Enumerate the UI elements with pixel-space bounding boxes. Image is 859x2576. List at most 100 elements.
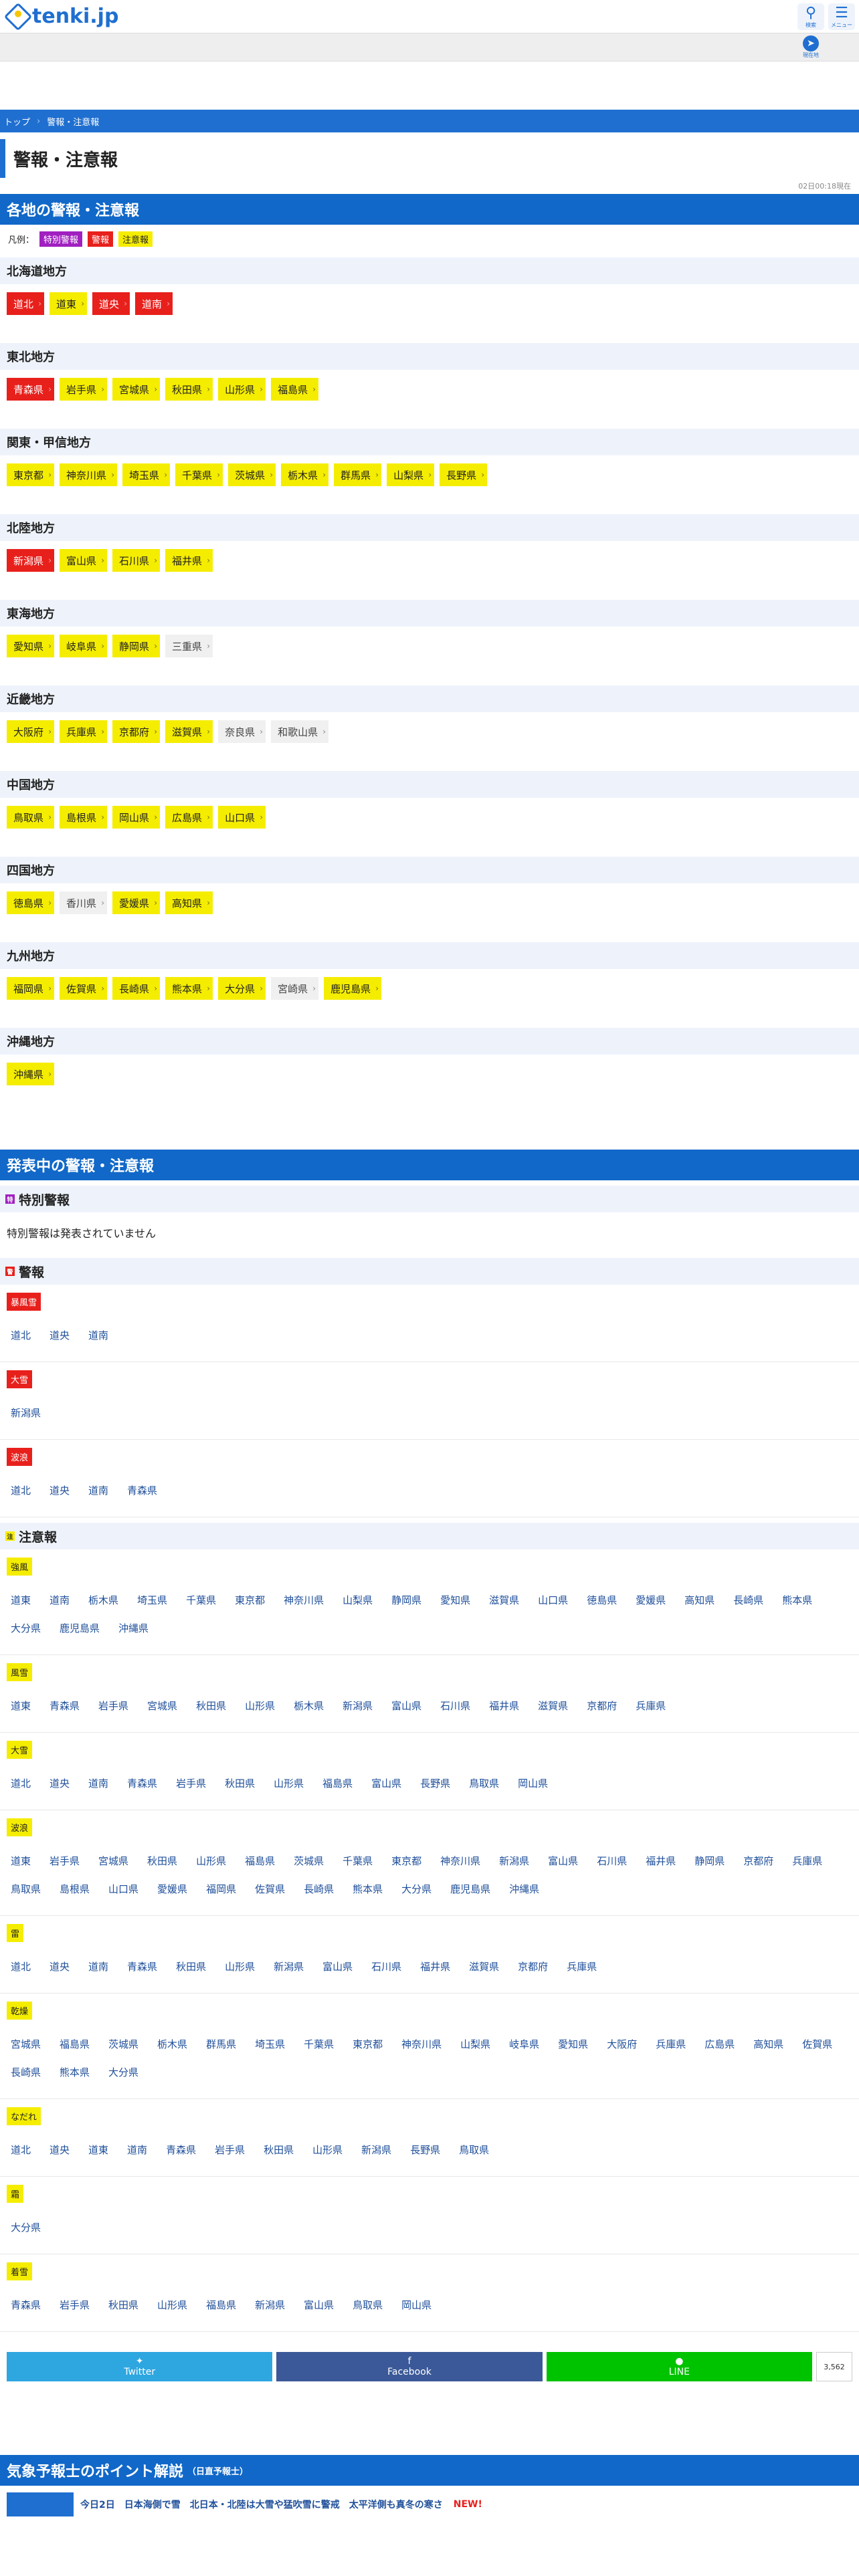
area-link[interactable]: 道央 <box>50 1478 70 1503</box>
area-link[interactable]: 山形県 <box>245 1693 275 1719</box>
area-link[interactable]: 山梨県 <box>460 2032 490 2057</box>
area-link[interactable]: 山形県 <box>274 1771 304 1796</box>
area-link[interactable]: 道南 <box>127 2137 147 2163</box>
area-link[interactable]: 新潟県 <box>274 1954 304 1979</box>
area-chip[interactable]: 栃木県 <box>281 463 329 486</box>
area-link[interactable]: 佐賀県 <box>255 1876 285 1902</box>
area-link[interactable]: 千葉県 <box>304 2032 334 2057</box>
area-link[interactable]: 新潟県 <box>255 2292 285 2318</box>
area-link[interactable]: 徳島県 <box>587 1588 617 1613</box>
area-chip[interactable]: 道南 <box>135 292 173 315</box>
area-chip[interactable]: 静岡県 <box>112 635 161 657</box>
area-chip[interactable]: 徳島県 <box>7 891 55 914</box>
area-link[interactable]: 道東 <box>88 2137 108 2163</box>
area-link[interactable]: 長崎県 <box>304 1876 334 1902</box>
area-link[interactable]: 秋田県 <box>108 2292 138 2318</box>
line-share-button[interactable]: ● LINE <box>546 2352 812 2381</box>
area-chip[interactable]: 三重県 <box>165 635 213 657</box>
breadcrumb-top[interactable]: トップ <box>4 115 30 128</box>
area-link[interactable]: 道南 <box>88 1954 108 1979</box>
area-link[interactable]: 滋賀県 <box>489 1588 519 1613</box>
area-link[interactable]: 東京都 <box>391 1848 421 1874</box>
area-link[interactable]: 宮城県 <box>11 2032 41 2057</box>
area-link[interactable]: 埼玉県 <box>255 2032 285 2057</box>
area-chip[interactable]: 富山県 <box>60 549 108 572</box>
area-link[interactable]: 富山県 <box>304 2292 334 2318</box>
area-link[interactable]: 山形県 <box>225 1954 255 1979</box>
area-link[interactable]: 鹿児島県 <box>450 1876 490 1902</box>
area-link[interactable]: 石川県 <box>371 1954 401 1979</box>
area-link[interactable]: 茨城県 <box>108 2032 138 2057</box>
area-link[interactable]: 静岡県 <box>694 1848 725 1874</box>
area-link[interactable]: 神奈川県 <box>440 1848 480 1874</box>
area-chip[interactable]: 岡山県 <box>112 806 161 829</box>
area-link[interactable]: 岡山県 <box>401 2292 432 2318</box>
area-chip[interactable]: 神奈川県 <box>60 463 118 486</box>
area-link[interactable]: 富山県 <box>371 1771 401 1796</box>
area-link[interactable]: 神奈川県 <box>401 2032 442 2057</box>
area-link[interactable]: 宮城県 <box>98 1848 128 1874</box>
area-chip[interactable]: 千葉県 <box>175 463 223 486</box>
area-link[interactable]: 京都府 <box>587 1693 617 1719</box>
area-link[interactable]: 道東 <box>11 1588 31 1613</box>
area-link[interactable]: 新潟県 <box>361 2137 391 2163</box>
area-chip[interactable]: 愛媛県 <box>112 891 161 914</box>
area-link[interactable]: 秋田県 <box>176 1954 206 1979</box>
area-chip[interactable]: 愛知県 <box>7 635 55 657</box>
area-link[interactable]: 道北 <box>11 1323 31 1348</box>
area-link[interactable]: 愛媛県 <box>157 1876 187 1902</box>
area-chip[interactable]: 群馬県 <box>334 463 382 486</box>
area-link[interactable]: 富山県 <box>322 1954 353 1979</box>
area-link[interactable]: 大分県 <box>11 1616 41 1641</box>
area-link[interactable]: 岩手県 <box>50 1848 80 1874</box>
area-link[interactable]: 道北 <box>11 1478 31 1503</box>
area-link[interactable]: 秋田県 <box>196 1693 226 1719</box>
area-link[interactable]: 新潟県 <box>499 1848 529 1874</box>
area-link[interactable]: 長野県 <box>420 1771 450 1796</box>
area-chip[interactable]: 大分県 <box>218 977 266 1000</box>
area-link[interactable]: 道南 <box>88 1478 108 1503</box>
area-link[interactable]: 鳥取県 <box>459 2137 489 2163</box>
area-chip[interactable]: 鳥取県 <box>7 806 55 829</box>
area-chip[interactable]: 秋田県 <box>165 378 213 401</box>
area-link[interactable]: 兵庫県 <box>656 2032 686 2057</box>
area-link[interactable]: 山形県 <box>312 2137 343 2163</box>
area-link[interactable]: 新潟県 <box>11 1400 41 1426</box>
site-logo[interactable]: tenki.jp <box>3 2 118 31</box>
area-link[interactable]: 道北 <box>11 1954 31 1979</box>
area-link[interactable]: 富山県 <box>548 1848 578 1874</box>
area-chip[interactable]: 福井県 <box>165 549 213 572</box>
area-link[interactable]: 宮城県 <box>147 1693 177 1719</box>
area-chip[interactable]: 島根県 <box>60 806 108 829</box>
area-link[interactable]: 秋田県 <box>147 1848 177 1874</box>
area-link[interactable]: 滋賀県 <box>469 1954 499 1979</box>
area-link[interactable]: 熊本県 <box>782 1588 812 1613</box>
area-link[interactable]: 福島県 <box>60 2032 90 2057</box>
area-link[interactable]: 富山県 <box>391 1693 421 1719</box>
area-link[interactable]: 兵庫県 <box>567 1954 597 1979</box>
area-link[interactable]: 山形県 <box>157 2292 187 2318</box>
area-link[interactable]: 新潟県 <box>343 1693 373 1719</box>
area-chip[interactable]: 香川県 <box>60 891 108 914</box>
area-chip[interactable]: 鹿児島県 <box>324 977 382 1000</box>
area-link[interactable]: 道央 <box>50 1771 70 1796</box>
area-link[interactable]: 福島県 <box>322 1771 353 1796</box>
area-chip[interactable]: 兵庫県 <box>60 720 108 743</box>
twitter-share-button[interactable]: ✦ Twitter <box>7 2352 273 2381</box>
area-link[interactable]: 愛知県 <box>558 2032 588 2057</box>
area-chip[interactable]: 道北 <box>7 292 45 315</box>
area-link[interactable]: 兵庫県 <box>636 1693 666 1719</box>
area-link[interactable]: 島根県 <box>60 1876 90 1902</box>
area-link[interactable]: 青森県 <box>127 1954 157 1979</box>
area-link[interactable]: 福井県 <box>646 1848 676 1874</box>
area-chip[interactable]: 福島県 <box>271 378 319 401</box>
area-link[interactable]: 広島県 <box>704 2032 735 2057</box>
area-link[interactable]: 東京都 <box>235 1588 265 1613</box>
area-link[interactable]: 愛媛県 <box>636 1588 666 1613</box>
area-chip[interactable]: 大阪府 <box>7 720 55 743</box>
area-link[interactable]: 鳥取県 <box>11 1876 41 1902</box>
area-chip[interactable]: 広島県 <box>165 806 213 829</box>
area-chip[interactable]: 茨城県 <box>228 463 276 486</box>
area-link[interactable]: 兵庫県 <box>792 1848 822 1874</box>
area-link[interactable]: 岩手県 <box>176 1771 206 1796</box>
